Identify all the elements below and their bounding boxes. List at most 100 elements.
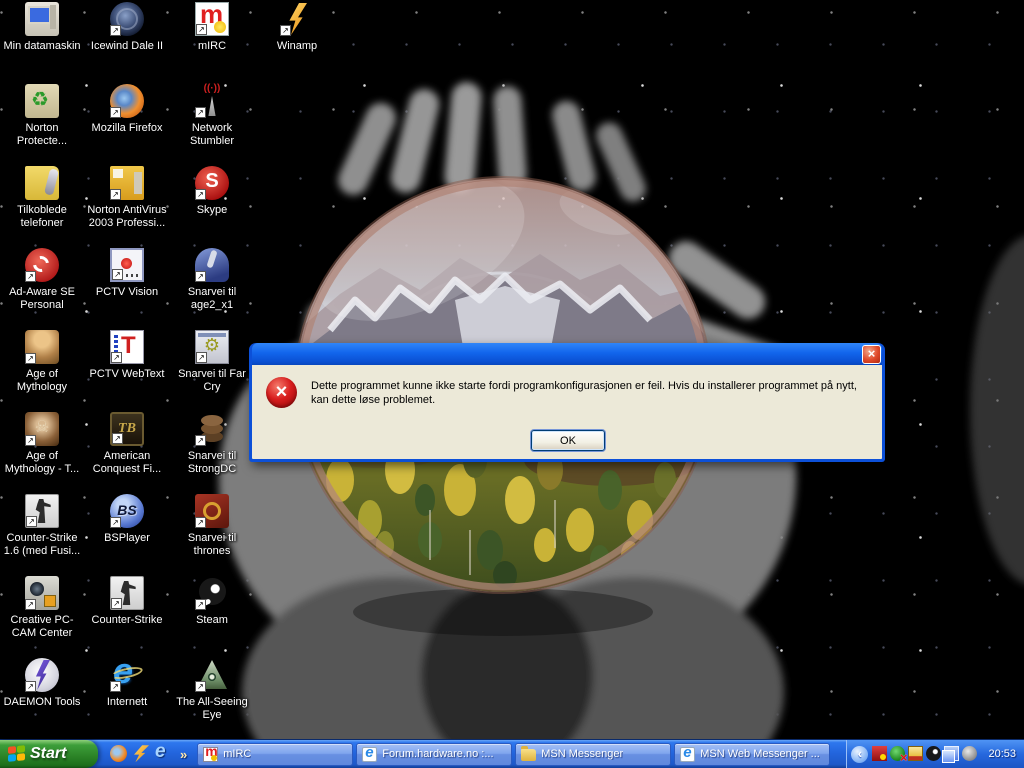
desktop-icon-label: Steam [196, 614, 228, 626]
folder-task-icon [521, 746, 537, 761]
shortcut-arrow-icon: ↗ [280, 25, 291, 36]
desktop-icon-label: Snarvei til age2_x1 [187, 286, 237, 311]
error-dialog[interactable]: × × Dette programmet kunne ikke starte f… [249, 343, 885, 462]
task-button-msn-web-messenger[interactable]: MSN Web Messenger ... [674, 742, 831, 766]
desktop-icon-label: Min datamaskin [3, 40, 81, 52]
error-dialog-titlebar[interactable]: × [252, 343, 882, 365]
all-seeing-eye-icon: ↗ [195, 658, 229, 692]
shortcut-arrow-icon: ↗ [110, 189, 121, 200]
desktop-icon-firefox[interactable]: ↗ Mozilla Firefox [85, 84, 169, 164]
desktop-icon-farcry[interactable]: ↗ Snarvei til Far Cry [170, 330, 254, 410]
desktop-icon-label: Mozilla Firefox [91, 122, 163, 134]
quick-launch-overflow-chevron[interactable]: » [180, 747, 187, 762]
ie-task-icon [362, 744, 378, 762]
shortcut-arrow-icon: ↗ [110, 107, 121, 118]
norton-antivirus-icon: ↗ [110, 166, 144, 200]
ok-button[interactable]: OK [531, 430, 605, 451]
mirc-task-icon [203, 743, 219, 762]
desktop-icon-label: DAEMON Tools [3, 696, 81, 708]
desktop-icon-label: Norton Protecte... [16, 122, 68, 147]
desktop-icon-age-of-mythology-t[interactable]: ↗ Age of Mythology - T... [0, 412, 84, 492]
desktop-icon-label: Winamp [276, 40, 318, 52]
network-tray-icon[interactable] [942, 746, 960, 764]
hide-icons-chevron[interactable]: ‹ [851, 745, 869, 763]
desktop-icon-thrones[interactable]: ↗ Snarvei til thrones [170, 494, 254, 574]
desktop-icon-pctv-vision[interactable]: ↗ PCTV Vision [85, 248, 169, 328]
winamp-quicklaunch-icon[interactable] [134, 745, 149, 763]
my-computer-icon [25, 2, 59, 36]
desktop-icon-label: PCTV Vision [95, 286, 159, 298]
desktop-icon-label: Snarvei til StrongDC [187, 450, 237, 475]
shortcut-arrow-icon: ↗ [110, 25, 121, 36]
windows-xp-desktop: { "desktop": { "columns": [ [ {"label":"… [0, 0, 1024, 768]
shortcut-arrow-icon: ↗ [26, 516, 37, 527]
desktop-icon-label: Internett [106, 696, 148, 708]
desktop-icon-label: PCTV WebText [89, 368, 165, 380]
display-tray-icon[interactable] [908, 746, 924, 762]
firefox-quicklaunch-icon[interactable] [110, 745, 127, 763]
desktop-icon-ad-aware[interactable]: ↗ Ad-Aware SE Personal [0, 248, 84, 328]
desktop-icon-skype[interactable]: ↗ Skype [170, 166, 254, 246]
desktop-icon-norton-antivirus[interactable]: ↗ Norton AntiVirus 2003 Professi... [85, 166, 169, 246]
desktop-icon-pccam[interactable]: ↗ Creative PC-CAM Center [0, 576, 84, 656]
pccam-icon: ↗ [25, 576, 59, 610]
age2-icon: ↗ [195, 248, 229, 282]
desktop-icon-strongdc[interactable]: ↗ Snarvei til StrongDC [170, 412, 254, 492]
desktop-icon-age-of-mythology[interactable]: ↗ Age of Mythology [0, 330, 84, 410]
desktop-icon-label: Norton AntiVirus 2003 Professi... [87, 204, 167, 229]
farcry-icon: ↗ [195, 330, 229, 364]
task-button-msn-messenger[interactable]: MSN Messenger [515, 742, 672, 766]
task-button-label: mIRC [223, 748, 252, 760]
quick-launch-bar: » [98, 741, 193, 763]
desktop-icon-label: Ad-Aware SE Personal [9, 286, 75, 311]
antivirus-status-tray-icon[interactable] [890, 746, 907, 765]
shortcut-arrow-icon: ↗ [25, 599, 36, 610]
windows-flag-icon [8, 745, 25, 763]
close-icon[interactable]: × [862, 344, 881, 364]
norton-protected-icon [25, 84, 59, 118]
volume-tray-icon[interactable] [962, 746, 978, 762]
desktop-icon-connected-phones[interactable]: Tilkoblede telefoner [0, 166, 84, 246]
task-button-forum-hardware-no[interactable]: Forum.hardware.no :... [356, 742, 513, 766]
desktop-icon-label: Icewind Dale II [90, 40, 164, 52]
desktop-icon-steam[interactable]: ↗ Steam [170, 576, 254, 656]
ie-quicklaunch-icon[interactable] [154, 741, 171, 763]
system-tray: ‹ 20:53 [846, 740, 1024, 768]
clock[interactable]: 20:53 [988, 748, 1016, 760]
start-button[interactable]: Start [0, 740, 98, 768]
desktop-icon-label: Snarvei til thrones [187, 532, 237, 557]
desktop-icon-label: American Conquest Fi... [92, 450, 162, 475]
shortcut-arrow-icon: ↗ [195, 189, 206, 200]
desktop-icon-all-seeing-eye[interactable]: ↗ The All-Seeing Eye [170, 658, 254, 738]
desktop-icon-counter-strike[interactable]: ↗ Counter-Strike [85, 576, 169, 656]
shortcut-arrow-icon: ↗ [25, 271, 36, 282]
desktop-icon-counter-strike[interactable]: ↗ Counter-Strike 1.6 (med Fusi... [0, 494, 84, 574]
task-button-mirc[interactable]: mIRC [197, 742, 354, 766]
desktop-icon-mirc[interactable]: ↗ mIRC [170, 0, 254, 82]
desktop-icon-label: Creative PC-CAM Center [10, 614, 74, 639]
desktop-icon-american-conquest[interactable]: ↗ American Conquest Fi... [85, 412, 169, 492]
desktop-icon-winamp[interactable]: ↗ Winamp [255, 2, 339, 82]
shortcut-arrow-icon: ↗ [110, 681, 121, 692]
steam-tray-icon[interactable] [926, 746, 942, 762]
skype-icon: ↗ [195, 166, 229, 200]
desktop-icon-label: Network Stumbler [189, 122, 235, 147]
desktop-icon-norton-protected[interactable]: Norton Protecte... [0, 84, 84, 164]
shortcut-arrow-icon: ↗ [25, 681, 36, 692]
shortcut-arrow-icon: ↗ [25, 435, 36, 446]
desktop-icon-icewind[interactable]: ↗ Icewind Dale II [85, 2, 169, 82]
shortcut-arrow-icon: ↗ [195, 435, 206, 446]
firefox-icon: ↗ [110, 84, 144, 118]
desktop-icon-internet-explorer[interactable]: ↗ Internett [85, 650, 169, 738]
daemon-tools-icon: ↗ [25, 658, 59, 692]
desktop-icon-age2[interactable]: ↗ Snarvei til age2_x1 [170, 248, 254, 328]
desktop-icon-pctv-webtext[interactable]: ↗ PCTV WebText [85, 330, 169, 410]
desktop-icon-daemon-tools[interactable]: ↗ DAEMON Tools [0, 658, 84, 738]
desktop-icon-bsplayer[interactable]: ↗ BSPlayer [85, 494, 169, 574]
mirc-tray-icon[interactable] [872, 746, 888, 762]
desktop-icon-my-computer[interactable]: Min datamaskin [0, 2, 84, 82]
shortcut-arrow-icon: ↗ [111, 352, 122, 363]
desktop-icon-label: Snarvei til Far Cry [178, 368, 246, 393]
connected-phones-icon [25, 166, 59, 200]
desktop-icon-network-stumbler[interactable]: ↗ Network Stumbler [170, 83, 254, 164]
